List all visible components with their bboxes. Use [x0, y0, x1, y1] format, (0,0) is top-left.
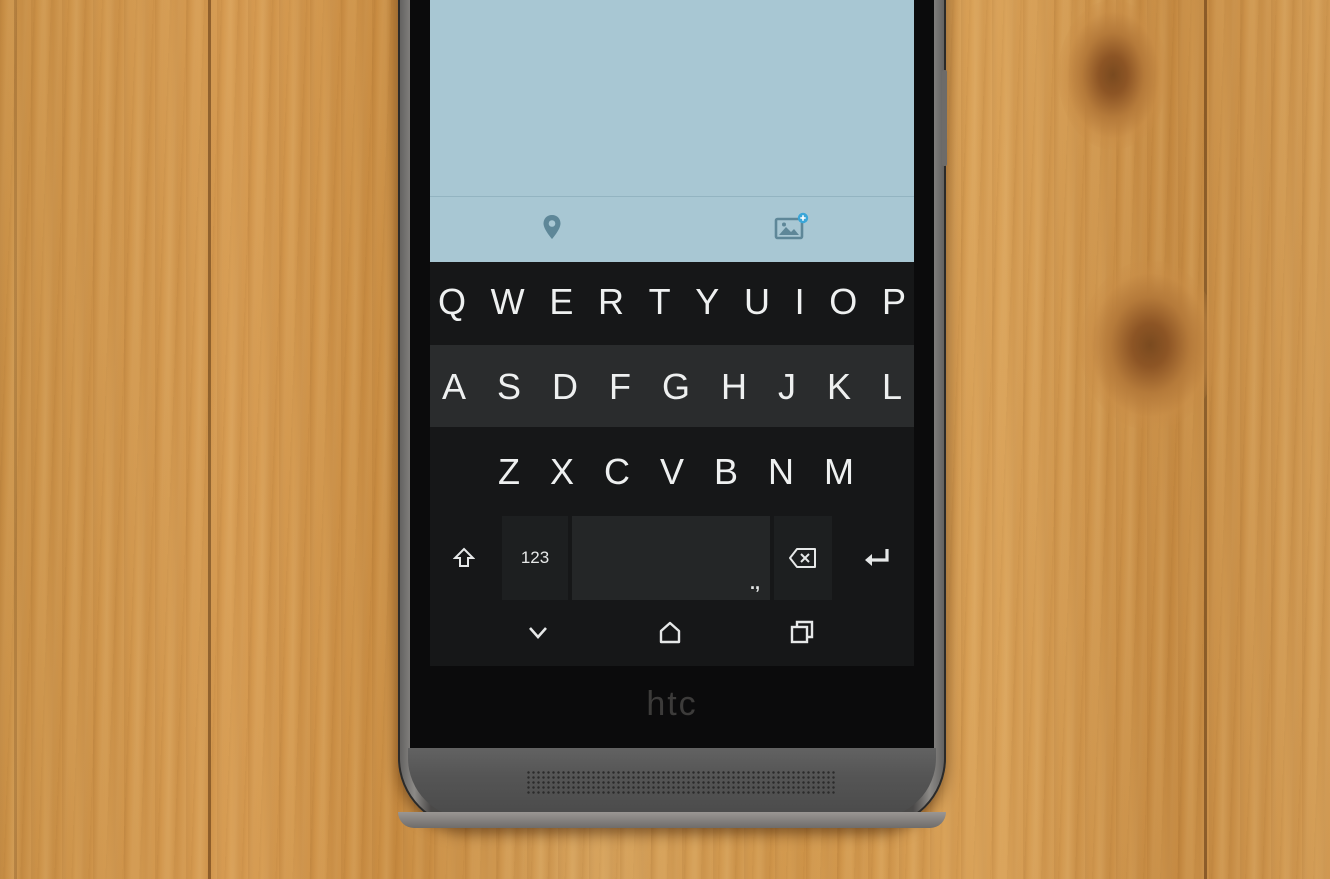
space-key[interactable]: ., [572, 516, 770, 600]
enter-key[interactable] [840, 516, 914, 600]
key-d[interactable]: D [552, 347, 578, 427]
android-nav-bar [430, 602, 914, 666]
key-v[interactable]: V [660, 432, 684, 512]
key-h[interactable]: H [721, 347, 747, 427]
speaker-grille [526, 770, 836, 794]
add-photo-icon[interactable] [774, 212, 810, 242]
key-a[interactable]: A [442, 347, 466, 427]
key-w[interactable]: W [491, 262, 525, 342]
phone-chin [408, 748, 936, 818]
side-button [942, 70, 947, 166]
phone-screen: Q W E R T Y U I O P A S D F G H J K L Z … [430, 0, 914, 666]
location-pin-icon[interactable] [537, 212, 567, 242]
key-f[interactable]: F [609, 347, 631, 427]
key-k[interactable]: K [827, 347, 851, 427]
key-e[interactable]: E [549, 262, 573, 342]
fleksy-keyboard: Q W E R T Y U I O P A S D F G H J K L Z … [430, 262, 914, 666]
recents-icon[interactable] [786, 616, 818, 648]
numbers-key-label: 123 [520, 548, 550, 567]
key-n[interactable]: N [768, 432, 794, 512]
home-icon[interactable] [654, 616, 686, 648]
htc-phone: Q W E R T Y U I O P A S D F G H J K L Z … [398, 0, 947, 828]
key-j[interactable]: J [778, 347, 796, 427]
key-y[interactable]: Y [695, 262, 719, 342]
key-b[interactable]: B [714, 432, 738, 512]
backspace-key[interactable] [774, 516, 832, 600]
board-seam [208, 0, 211, 879]
key-g[interactable]: G [662, 347, 690, 427]
shift-arrow-icon [453, 547, 475, 567]
key-r[interactable]: R [598, 262, 624, 342]
key-row-3: Z X C V B N M [430, 432, 914, 512]
key-t[interactable]: T [649, 262, 671, 342]
compose-divider [430, 196, 914, 197]
board-seam [14, 0, 17, 879]
key-p[interactable]: P [882, 262, 906, 342]
key-x[interactable]: X [550, 432, 574, 512]
key-l[interactable]: L [882, 347, 902, 427]
key-q[interactable]: Q [438, 262, 466, 342]
key-m[interactable]: M [824, 432, 854, 512]
key-s[interactable]: S [497, 347, 521, 427]
wood-knot [1058, 0, 1168, 150]
key-row-1: Q W E R T Y U I O P [430, 262, 914, 342]
numbers-key[interactable]: 123 [502, 516, 568, 600]
htc-logo: htc [646, 685, 698, 723]
wooden-table-photo: Q W E R T Y U I O P A S D F G H J K L Z … [0, 0, 1330, 879]
compose-area[interactable] [430, 0, 914, 262]
space-key-hint: ., [749, 573, 760, 593]
enter-icon [865, 549, 889, 566]
key-c[interactable]: C [604, 432, 630, 512]
chevron-down-icon[interactable] [522, 616, 554, 648]
key-o[interactable]: O [829, 262, 857, 342]
key-row-2: A S D F G H J K L [430, 347, 914, 427]
backspace-icon [789, 548, 816, 568]
key-i[interactable]: I [795, 262, 805, 342]
wood-knot [1080, 260, 1220, 430]
shift-key[interactable] [430, 516, 498, 600]
phone-front-panel: Q W E R T Y U I O P A S D F G H J K L Z … [410, 0, 934, 748]
phone-rim [398, 812, 946, 828]
board-seam [1204, 0, 1207, 879]
key-u[interactable]: U [744, 262, 770, 342]
key-z[interactable]: Z [498, 432, 520, 512]
